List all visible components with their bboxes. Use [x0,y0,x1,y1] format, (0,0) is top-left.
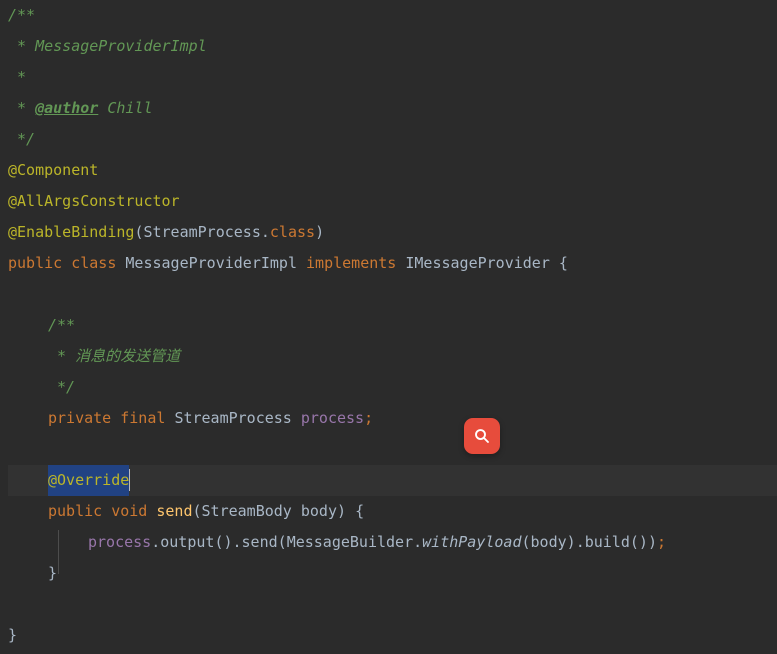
text-caret [129,469,130,491]
iface-name: IMessageProvider [405,254,550,272]
annotation-component: @Component [8,161,98,179]
call-withpayload: withPayload [422,533,521,551]
javadoc-author-prefix: * [8,99,35,117]
pc3: ) [567,533,576,551]
ref-builder: MessageBuilder [287,533,413,551]
class-keyword: class [270,223,315,241]
type-streamprocess: StreamProcess [143,223,260,241]
call-send: send [242,533,278,551]
class-name: MessageProviderImpl [125,254,297,272]
paren-close: ) [315,223,324,241]
kw-final: final [120,409,165,427]
annotation-allargs: @AllArgsConstructor [8,192,180,210]
search-button[interactable] [464,418,500,454]
current-line[interactable]: @Override [8,465,777,496]
annotation-override: @Override [48,471,129,489]
field-doc-line: * 消息的发送管道 [48,347,180,365]
kw-public2: public [48,502,102,520]
indent-guide [58,530,59,574]
javadoc-blank: * [8,68,26,86]
p-close: ) [337,502,346,520]
param-name: body [301,502,337,520]
semi2: ; [657,533,666,551]
pc2: ) [648,533,657,551]
code-editor[interactable]: /** * MessageProviderImpl * * @author Ch… [0,0,777,651]
po2: ( [278,533,287,551]
call-output: output [160,533,214,551]
field-doc-close: */ [48,378,75,396]
search-icon [473,427,491,445]
method-name: send [156,502,192,520]
semi: ; [364,409,373,427]
d1: . [151,533,160,551]
arg-body: body [531,533,567,551]
javadoc-author-tag: @author [35,99,98,117]
dot: . [261,223,270,241]
field-type: StreamProcess [174,409,291,427]
kw-private: private [48,409,111,427]
kw-public: public [8,254,62,272]
javadoc-desc: * MessageProviderImpl [8,37,207,55]
kw-void: void [111,502,147,520]
call-build: build [585,533,630,551]
po3: ( [522,533,531,551]
ref-process: process [88,533,151,551]
m-brace-open: { [355,502,364,520]
m-brace-close: } [48,564,57,582]
javadoc-open: /** [8,6,35,24]
kw-class: class [71,254,116,272]
pc1: ) [223,533,232,551]
blank-line-3 [8,589,777,620]
pc4: ) [639,533,648,551]
field-name: process [301,409,364,427]
p-open: ( [193,502,202,520]
field-doc-open: /** [48,316,75,334]
d4: . [576,533,585,551]
d3: . [413,533,422,551]
brace-open: { [559,254,568,272]
kw-implements: implements [306,254,396,272]
blank-line [8,279,777,310]
param-type: StreamBody [202,502,292,520]
po4: ( [630,533,639,551]
javadoc-close: */ [8,130,35,148]
d2: . [233,533,242,551]
javadoc-author-name: Chill [98,99,152,117]
class-brace-close: } [8,626,17,644]
annotation-enablebinding: @EnableBinding [8,223,134,241]
blank-line-2 [8,434,777,465]
